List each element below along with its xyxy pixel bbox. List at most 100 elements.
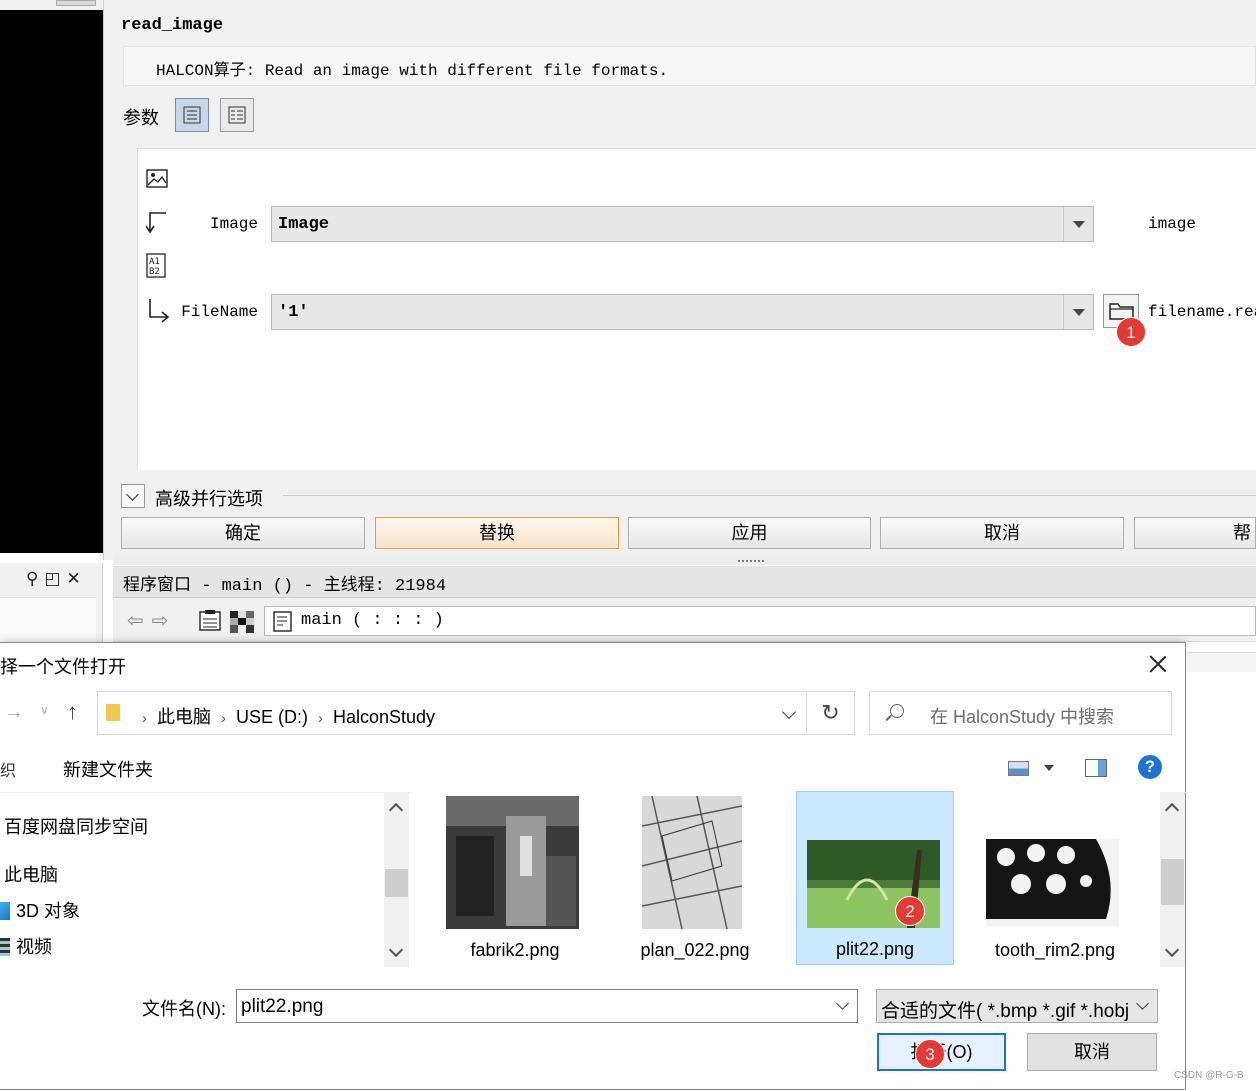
chevron-down-icon[interactable] — [836, 997, 849, 1010]
file-name: plit22.png — [835, 939, 915, 959]
scroll-thumb[interactable] — [1161, 859, 1184, 905]
breadcrumb-separator: › — [318, 710, 323, 727]
address-bar[interactable]: › 此电脑 › USE (D:) › HalconStudy — [97, 691, 807, 735]
detail-view-icon — [228, 106, 246, 124]
organize-menu[interactable]: 织 — [0, 757, 16, 781]
open-file-dialog: 择一个文件打开 → ∨ ↑ › 此电脑 › USE (D:) › HalconStudy … — [0, 642, 1186, 1090]
string-param-icon: A1B2 — [146, 253, 166, 278]
list-view-icon — [183, 106, 201, 124]
nav-item-baidu[interactable]: 百度网盘同步空间 — [4, 813, 148, 839]
filename-input[interactable]: plit22.png — [236, 989, 858, 1023]
params-label: 参数 — [123, 108, 159, 128]
nav-item-label: 此电脑 — [4, 865, 58, 885]
file-name: plan_022.png — [640, 940, 750, 960]
param-type-filename: filename.read — [1148, 303, 1256, 321]
scroll-down-icon[interactable] — [388, 942, 404, 958]
view-mode-icon[interactable] — [1008, 761, 1029, 776]
scroll-up-icon[interactable] — [388, 802, 404, 818]
file-item[interactable]: plan_022.png — [616, 791, 774, 965]
nav-item-videos[interactable]: 视频 — [0, 933, 52, 959]
chevron-down-icon[interactable] — [781, 704, 797, 720]
list-view-button[interactable] — [175, 98, 209, 132]
splitter[interactable] — [103, 0, 113, 560]
param-combo-image[interactable]: Image — [271, 206, 1094, 242]
nav-item-3d-objects[interactable]: 3D 对象 — [0, 897, 80, 923]
nav-item-this-pc[interactable]: 此电脑 — [4, 861, 58, 887]
search-box[interactable]: 在 HalconStudy 中搜索 — [869, 691, 1172, 735]
chevron-down-icon[interactable] — [1063, 295, 1093, 329]
panel-splitter[interactable] — [113, 555, 1256, 565]
ok-button[interactable]: 确定 — [121, 517, 365, 549]
filename-value: plit22.png — [241, 996, 324, 1017]
file-list-scrollbar[interactable] — [1160, 793, 1185, 967]
file-item[interactable]: tooth_rim2.png — [976, 791, 1134, 965]
svg-text:B2: B2 — [149, 267, 160, 277]
chevron-down-icon[interactable] — [1063, 207, 1093, 241]
command-bar: 织 新建文件夹 ? — [0, 743, 1186, 793]
file-thumbnail — [446, 796, 579, 929]
breadcrumb-this-pc[interactable]: 此电脑 — [157, 707, 211, 727]
help-button[interactable]: 帮 — [1134, 517, 1256, 549]
step-badge-1: 1 — [1116, 317, 1146, 347]
recent-locations-icon[interactable]: ∨ — [40, 703, 49, 717]
breadcrumb-separator: › — [142, 710, 147, 727]
param-combo-filename[interactable]: '1' — [271, 294, 1094, 330]
file-type-filter[interactable]: 合适的文件( *.bmp *.gif *.hobj — [876, 989, 1158, 1023]
file-name: fabrik2.png — [470, 940, 560, 960]
scroll-down-icon[interactable] — [1164, 942, 1180, 958]
operator-panel: read_image HALCON算子: Read an image with … — [113, 0, 1256, 555]
close-icon[interactable] — [1145, 651, 1171, 677]
nav-item-label: 百度网盘同步空间 — [4, 817, 148, 837]
image-param-icon — [146, 169, 168, 188]
cube-icon — [0, 902, 10, 920]
scroll-up-icon[interactable] — [1164, 802, 1180, 818]
preview-pane-icon[interactable] — [1085, 759, 1107, 777]
forward-arrow-icon[interactable]: → — [4, 701, 24, 724]
chevron-down-icon[interactable] — [1136, 997, 1149, 1010]
file-type-value: 合适的文件( *.bmp *.gif *.hobj — [881, 1001, 1130, 1022]
operator-description: HALCON算子: Read an image with different f… — [156, 62, 669, 80]
nav-item-label: 3D 对象 — [16, 901, 81, 921]
folder-icon — [106, 704, 120, 721]
detail-view-button[interactable] — [220, 98, 254, 132]
clipboard-icon[interactable] — [198, 609, 222, 631]
search-placeholder: 在 HalconStudy 中搜索 — [930, 707, 1115, 727]
search-icon — [890, 704, 904, 718]
expand-toggle-icon[interactable] — [121, 484, 145, 508]
advanced-options-row: 高级并行选项 — [121, 484, 1256, 509]
back-forward-icon[interactable]: ⇦⇨ — [127, 608, 177, 633]
dock-panel-body — [0, 597, 96, 643]
dock-controls[interactable]: ⚲◰✕ — [26, 569, 87, 589]
replace-button[interactable]: 替换 — [375, 517, 619, 549]
procedure-icon — [273, 611, 292, 632]
dialog-cancel-button[interactable]: 取消 — [1027, 1033, 1157, 1071]
help-icon[interactable]: ? — [1138, 755, 1162, 779]
refresh-icon[interactable]: ↻ — [807, 691, 855, 735]
scroll-thumb[interactable] — [385, 869, 408, 897]
program-window-titlebar: 程序窗口 - main () - 主线程: 21984 — [113, 566, 1256, 598]
new-folder-button[interactable]: 新建文件夹 — [63, 756, 153, 782]
param-label-filename: FileName — [181, 303, 258, 321]
file-item[interactable]: fabrik2.png — [436, 791, 594, 965]
input-arrow-icon — [149, 299, 170, 323]
procedure-selector[interactable]: main ( : : : ) — [264, 606, 1256, 636]
program-window-toolbar: ⇦⇨ main ( : : : ) — [113, 598, 1256, 642]
grid-icon[interactable] — [230, 611, 254, 633]
divider — [283, 495, 1256, 496]
navigation-scrollbar[interactable] — [384, 793, 409, 967]
filename-label: 文件名(N): — [142, 999, 226, 1019]
step-badge-2: 2 — [895, 896, 925, 926]
file-item-selected[interactable]: plit22.png 2 — [796, 791, 954, 965]
file-thumbnail — [642, 796, 742, 929]
graphics-window-button[interactable] — [56, 0, 96, 6]
breadcrumb-folder[interactable]: HalconStudy — [333, 707, 435, 727]
chevron-down-icon[interactable] — [1044, 765, 1054, 771]
apply-button[interactable]: 应用 — [628, 517, 871, 549]
up-arrow-icon[interactable]: ↑ — [67, 699, 78, 725]
film-icon — [0, 938, 10, 956]
breadcrumb-drive[interactable]: USE (D:) — [236, 707, 308, 727]
cancel-button[interactable]: 取消 — [880, 517, 1124, 549]
param-label-image: Image — [209, 215, 258, 233]
param-type-image: image — [1148, 215, 1197, 233]
procedure-name: main ( : : : ) — [301, 611, 444, 630]
